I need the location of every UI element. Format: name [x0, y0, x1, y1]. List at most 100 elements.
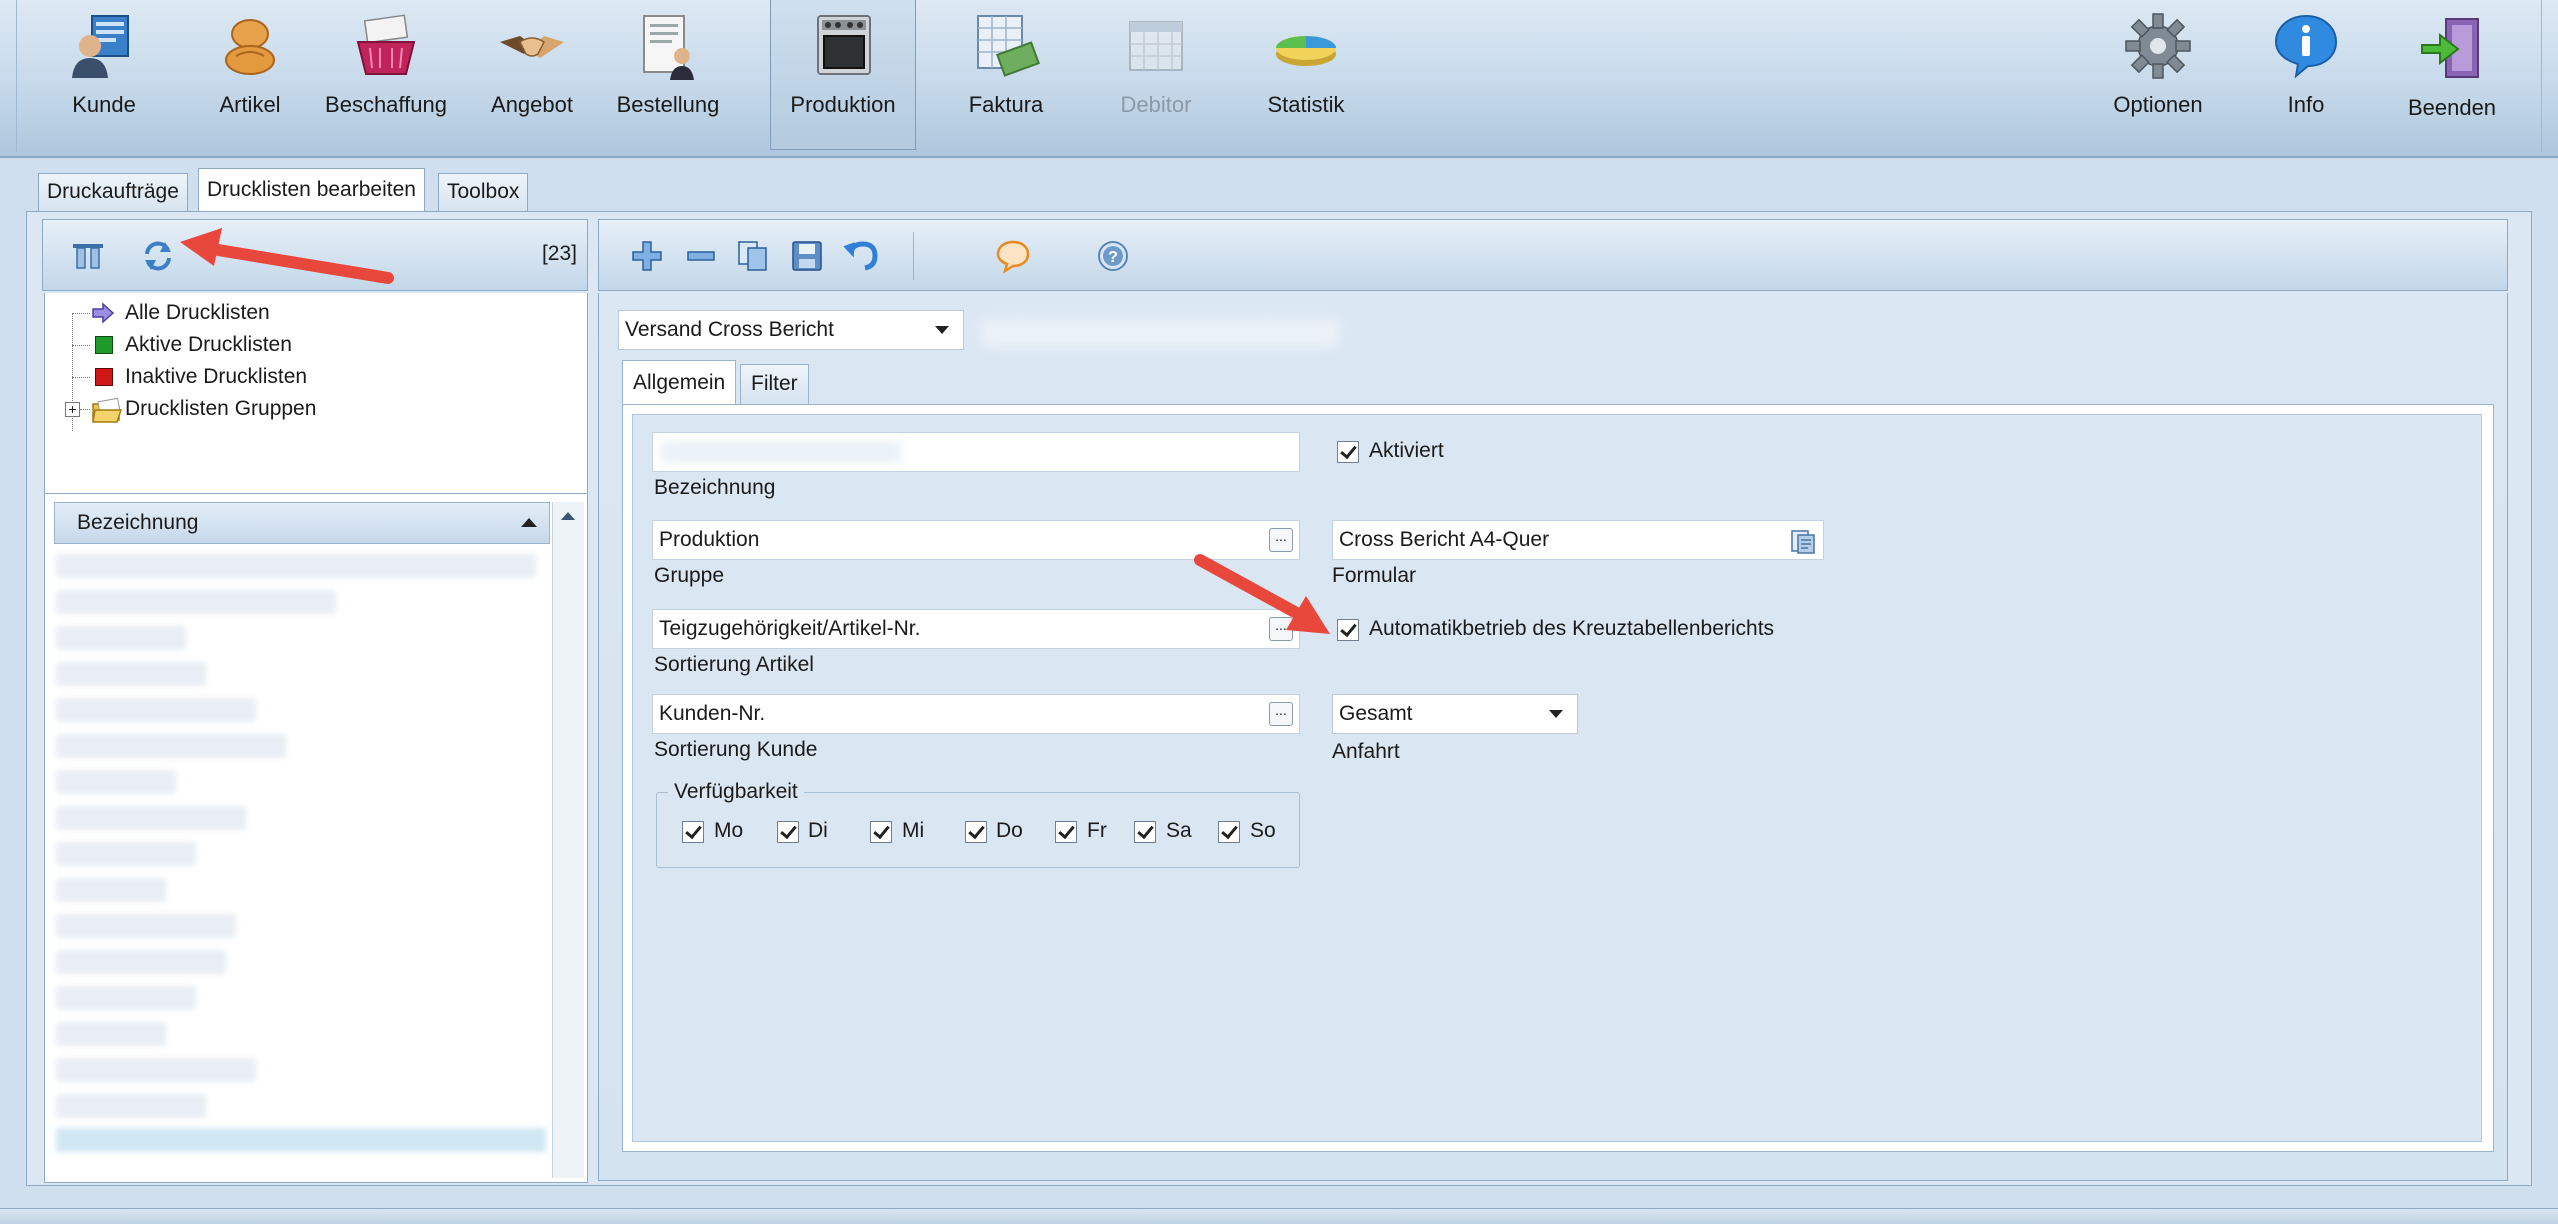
tab-filter[interactable]: Filter	[740, 364, 809, 404]
formular-field[interactable]: Cross Bericht A4-Quer	[1332, 520, 1824, 560]
sortierung-kunde-field[interactable]: Kunden-Nr. ...	[652, 694, 1300, 734]
day-label-di: Di	[808, 819, 828, 842]
document-person-icon	[643, 15, 694, 80]
automatikbetrieb-label: Automatikbetrieb des Kreuztabellenberich…	[1369, 617, 1775, 640]
tab-toolbox[interactable]: Toolbox	[438, 173, 529, 211]
undo-icon[interactable]	[843, 238, 879, 274]
grid-row-redacted[interactable]	[56, 842, 196, 866]
ribbon-label: Faktura	[968, 92, 1044, 117]
day-checkbox-do[interactable]	[965, 821, 987, 843]
add-icon[interactable]	[629, 238, 665, 274]
ribbon-button-angebot[interactable]: Angebot	[463, 0, 601, 150]
day-checkbox-mi[interactable]	[870, 821, 892, 843]
grid-row-redacted[interactable]	[56, 950, 226, 974]
grid-row-redacted[interactable]	[56, 1094, 206, 1118]
folder-group-icon	[92, 397, 123, 423]
customer-icon	[72, 15, 129, 78]
tab-label: Allgemein	[633, 371, 726, 394]
grid-row-redacted[interactable]	[56, 806, 246, 830]
remove-icon[interactable]	[683, 238, 719, 274]
ribbon-button-kunde[interactable]: Kunde	[35, 0, 173, 150]
tab-label: Drucklisten bearbeiten	[207, 178, 416, 201]
day-label-do: Do	[996, 819, 1023, 842]
grid-row-selected[interactable]	[56, 1128, 546, 1152]
sortierung-kunde-browse-button[interactable]: ...	[1269, 702, 1293, 726]
grid-row-redacted[interactable]	[56, 1058, 256, 1082]
grid-row-redacted[interactable]	[56, 590, 336, 614]
tab-drucklisten-bearbeiten[interactable]: Drucklisten bearbeiten	[198, 168, 425, 212]
bezeichnung-input[interactable]	[652, 432, 1300, 472]
basket-icon	[356, 14, 416, 75]
grid-row-redacted[interactable]	[56, 734, 286, 758]
oven-icon	[817, 15, 871, 75]
tab-druckauftraege[interactable]: Druckaufträge	[38, 173, 188, 211]
ribbon-button-info[interactable]: Info	[2237, 0, 2375, 150]
invoice-icon	[977, 15, 1040, 77]
gear-icon	[2125, 13, 2191, 79]
comment-icon[interactable]	[995, 238, 1031, 274]
status-bar	[0, 1208, 2558, 1224]
ribbon-label: Info	[2287, 92, 2325, 117]
redacted-value	[661, 441, 901, 463]
grid-row-redacted[interactable]	[56, 626, 186, 650]
grid-row-redacted[interactable]	[56, 878, 166, 902]
ribbon-button-beenden[interactable]: Beenden	[2383, 3, 2521, 153]
annotation-arrow-refresh	[180, 228, 394, 284]
save-icon[interactable]	[789, 238, 825, 274]
ribbon-label: Beschaffung	[325, 92, 447, 117]
automatikbetrieb-checkbox[interactable]	[1337, 619, 1359, 641]
ribbon-button-beschaffung[interactable]: Beschaffung	[317, 0, 455, 150]
day-checkbox-mo[interactable]	[682, 821, 704, 843]
grid-vertical-scrollbar[interactable]	[552, 502, 584, 1178]
aktiviert-label: Aktiviert	[1369, 439, 1444, 462]
bezeichnung-label: Bezeichnung	[654, 476, 776, 499]
main-ribbon: Kunde Artikel Beschaffung Angebot Bestel…	[0, 0, 2558, 158]
grid-row-redacted[interactable]	[56, 1022, 166, 1046]
grid-row-redacted[interactable]	[56, 914, 236, 938]
grid-row-redacted[interactable]	[56, 662, 206, 686]
form-browse-icon[interactable]	[1789, 527, 1817, 555]
day-checkbox-sa[interactable]	[1134, 821, 1156, 843]
day-checkbox-so[interactable]	[1218, 821, 1240, 843]
ribbon-button-artikel[interactable]: Artikel	[181, 0, 319, 150]
tree-connector	[72, 313, 90, 314]
gruppe-label: Gruppe	[654, 564, 725, 587]
grid-column-header-bezeichnung[interactable]: Bezeichnung	[54, 502, 550, 544]
ribbon-button-bestellung[interactable]: Bestellung	[599, 0, 737, 150]
green-square-icon	[95, 336, 113, 354]
sortierung-artikel-label: Sortierung Artikel	[654, 653, 814, 676]
scroll-up-icon[interactable]	[561, 512, 575, 520]
ribbon-button-statistik[interactable]: Statistik	[1237, 0, 1375, 150]
help-icon[interactable]: ?	[1095, 238, 1131, 274]
grid-row-redacted[interactable]	[56, 770, 176, 794]
ribbon-button-optionen[interactable]: Optionen	[2089, 0, 2227, 150]
grid-row-redacted[interactable]	[56, 698, 256, 722]
tree-node-label: Alle Drucklisten	[125, 301, 270, 324]
ribbon-button-produktion[interactable]: Produktion	[770, 0, 916, 150]
day-checkbox-fr[interactable]	[1055, 821, 1077, 843]
druckliste-select[interactable]: Versand Cross Bericht	[618, 310, 964, 350]
handshake-icon	[500, 36, 564, 58]
grid-row-redacted[interactable]	[56, 986, 196, 1010]
day-label-fr: Fr	[1087, 819, 1107, 842]
tab-allgemein[interactable]: Allgemein	[622, 360, 737, 406]
sortierung-artikel-value: Teigzugehörigkeit/Artikel-Nr.	[659, 617, 921, 640]
aktiviert-checkbox[interactable]	[1337, 441, 1359, 463]
grid-row-redacted[interactable]	[56, 554, 536, 578]
info-icon	[2274, 14, 2338, 79]
tree-node-gruppen[interactable]: + Drucklisten Gruppen	[65, 394, 415, 424]
ribbon-label: Bestellung	[616, 92, 720, 117]
day-checkbox-di[interactable]	[777, 821, 799, 843]
ribbon-label: Beenden	[2407, 95, 2497, 120]
ribbon-label: Produktion	[790, 92, 896, 117]
copy-icon[interactable]	[735, 238, 771, 274]
redacted-header-text	[980, 318, 1340, 348]
columns-icon[interactable]	[71, 242, 105, 272]
ribbon-button-faktura[interactable]: Faktura	[937, 0, 1075, 150]
tree-node-label: Inaktive Drucklisten	[125, 365, 308, 388]
bread-icon	[225, 19, 275, 75]
day-label-sa: Sa	[1166, 819, 1192, 842]
expand-plus-icon[interactable]: +	[65, 402, 80, 417]
anfahrt-select[interactable]: Gesamt	[1332, 694, 1578, 734]
tab-label: Druckaufträge	[47, 180, 179, 203]
